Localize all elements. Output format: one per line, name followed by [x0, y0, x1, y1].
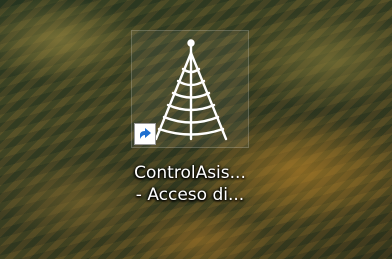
desktop-background: ControlAsis... - Acceso di... [0, 0, 392, 259]
shortcut-label-line-2: - Acceso di... [135, 185, 245, 205]
icon-selection-frame [131, 30, 249, 148]
shortcut-label-line-1: ControlAsis... [134, 163, 246, 183]
shortcut-arrow-icon [134, 123, 156, 145]
desktop-shortcut-controlasis[interactable]: ControlAsis... - Acceso di... [112, 30, 268, 220]
radio-tower-icon [154, 39, 228, 141]
